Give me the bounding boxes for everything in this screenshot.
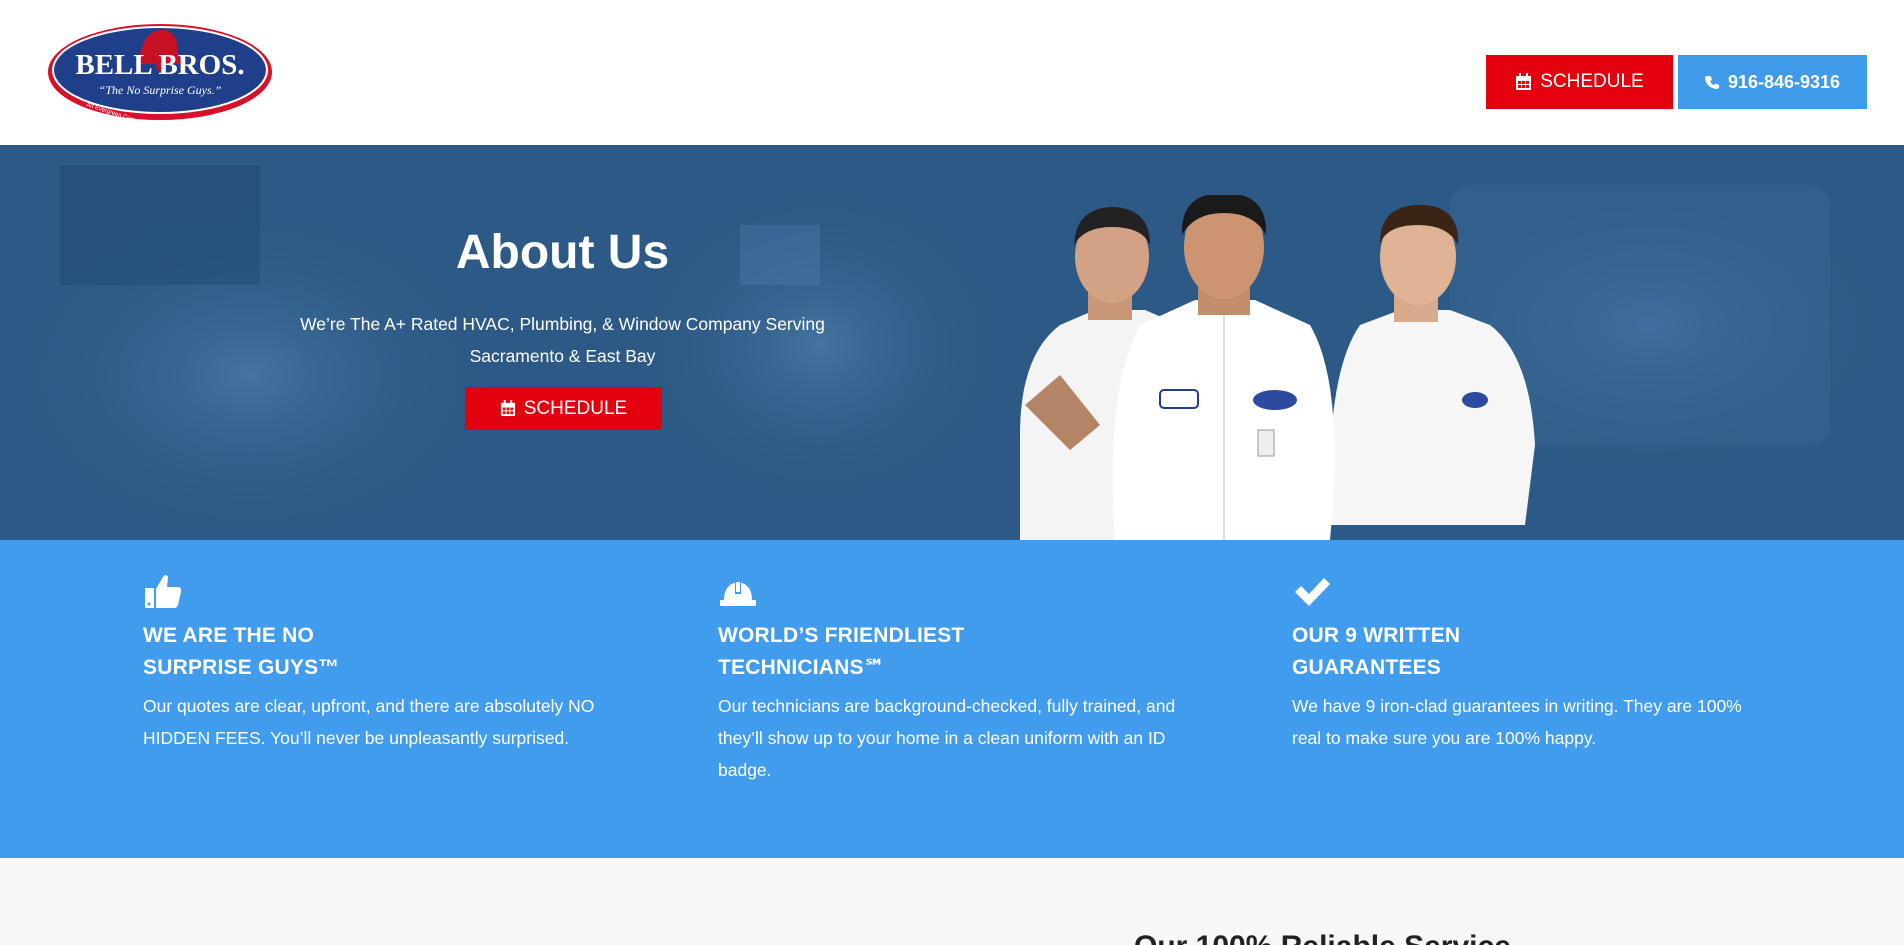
svg-text:BELL BROS.: BELL BROS. [75, 49, 244, 81]
phone-button[interactable]: 916-846-9316 [1678, 55, 1867, 109]
feature-title-line1: WE ARE THE NO [143, 624, 314, 647]
page-title: About Us [455, 226, 670, 279]
feature-guarantees: OUR 9 WRITTEN GUARANTEES We have 9 iron-… [1292, 572, 1772, 754]
feature-text: Our technicians are background-checked, … [718, 696, 1176, 780]
feature-text: Our quotes are clear, upfront, and there… [143, 696, 595, 748]
technician-right [1329, 205, 1535, 525]
hero-subtitle-line2: Sacramento & East Bay [469, 346, 656, 366]
phone-icon [1704, 75, 1719, 89]
technicians-photo [1020, 195, 1535, 540]
hero-subtitle: We’re The A+ Rated HVAC, Plumbing, & Win… [285, 308, 840, 372]
section-heading: Our 100% Reliable Service [1134, 930, 1511, 945]
feature-no-surprise: WE ARE THE NO SURPRISE GUYS™ Our quotes … [143, 572, 623, 754]
phone-number: 916-846-9316 [1727, 71, 1841, 92]
schedule-label: SCHEDULE [1540, 71, 1644, 92]
feature-title-line1: WORLD’S FRIENDLIEST [718, 624, 965, 647]
feature-title-line1: OUR 9 WRITTEN [1292, 624, 1461, 647]
site-header: BELL BROS. “The No Surprise Guys.” An Ev… [0, 0, 1904, 145]
feature-title-line2: GUARANTEES [1292, 656, 1442, 679]
feature-title-line2: SURPRISE GUYS™ [143, 656, 340, 679]
schedule-button[interactable]: SCHEDULE [1486, 55, 1673, 109]
feature-friendly-techs: WORLD’S FRIENDLIEST TECHNICIANS℠ Our tec… [718, 572, 1198, 786]
svg-text:“The No Surprise Guys.”: “The No Surprise Guys.” [99, 83, 222, 97]
bell-bros-logo[interactable]: BELL BROS. “The No Surprise Guys.” An Ev… [46, 20, 274, 128]
hero-schedule-label: SCHEDULE [523, 397, 628, 419]
hard-hat-icon [720, 580, 756, 606]
reliable-service-section: Our 100% Reliable Service [0, 858, 1904, 945]
calendar-icon [500, 400, 515, 417]
calendar-icon [1516, 73, 1532, 90]
hero-subtitle-line1: We’re The A+ Rated HVAC, Plumbing, & Win… [300, 314, 825, 334]
hero-banner: About Us We’re The A+ Rated HVAC, Plumbi… [0, 145, 1904, 540]
hero-schedule-button[interactable]: SCHEDULE [465, 387, 662, 430]
checkmark-icon [1295, 578, 1330, 606]
feature-text: We have 9 iron-clad guarantees in writin… [1292, 696, 1742, 748]
feature-title-line2: TECHNICIANS℠ [718, 656, 886, 679]
features-section: WE ARE THE NO SURPRISE GUYS™ Our quotes … [0, 540, 1904, 858]
thumbs-up-icon [145, 575, 182, 608]
